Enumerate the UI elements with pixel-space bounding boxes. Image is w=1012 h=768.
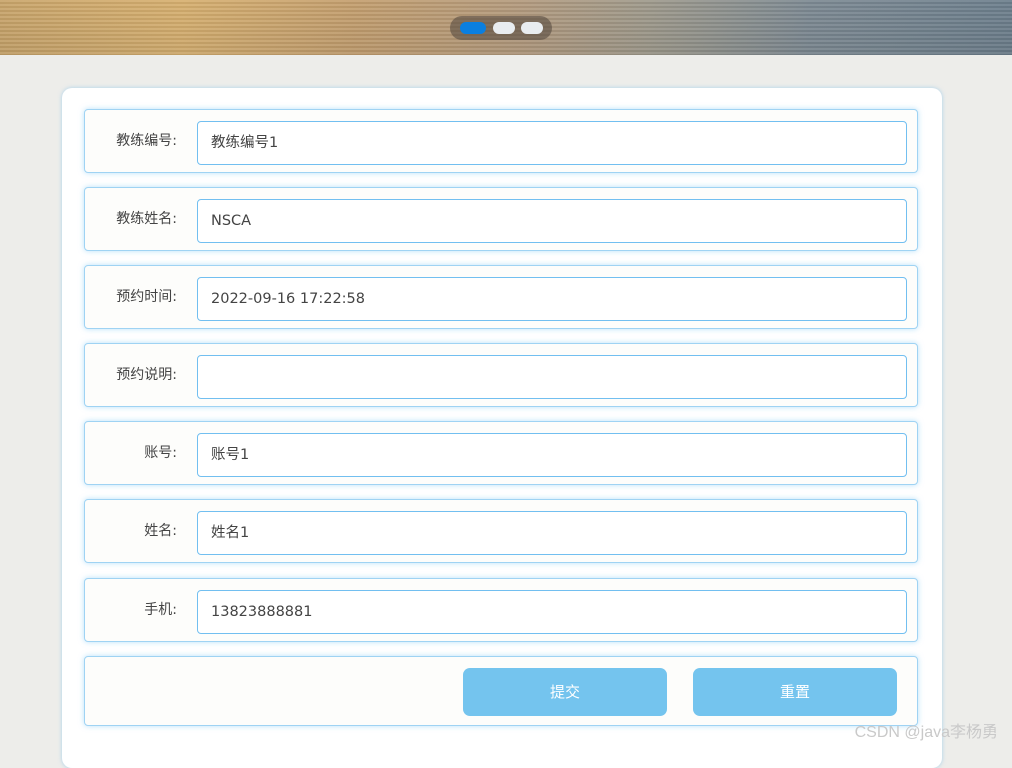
phone-input[interactable]: 13823888881 — [197, 590, 907, 634]
appointment-time-label: 预约时间: — [116, 289, 177, 305]
name-label: 姓名: — [144, 523, 177, 539]
carousel-indicators — [450, 16, 552, 40]
watermark: CSDN @java李杨勇 — [854, 724, 998, 741]
appointment-time-input[interactable]: 2022-09-16 17:22:58 — [197, 277, 907, 321]
account-input[interactable]: 账号1 — [197, 433, 907, 477]
form-row-appointment-time: 预约时间: 2022-09-16 17:22:58 — [84, 265, 918, 329]
carousel-dot-1[interactable] — [460, 22, 486, 34]
appointment-note-label: 预约说明: — [116, 367, 177, 383]
form-row-coach-id: 教练编号: 教练编号1 — [84, 109, 918, 173]
form-row-account: 账号: 账号1 — [84, 421, 918, 485]
carousel-dot-2[interactable] — [493, 22, 515, 34]
form-row-name: 姓名: 姓名1 — [84, 499, 918, 563]
submit-button[interactable]: 提交 — [463, 668, 667, 716]
coach-name-label: 教练姓名: — [116, 211, 177, 227]
form-row-appointment-note: 预约说明: — [84, 343, 918, 407]
coach-id-label: 教练编号: — [116, 133, 177, 149]
account-label: 账号: — [144, 445, 177, 461]
reset-button[interactable]: 重置 — [693, 668, 897, 716]
coach-name-input[interactable]: NSCA — [197, 199, 907, 243]
form-row-phone: 手机: 13823888881 — [84, 578, 918, 642]
form-row-coach-name: 教练姓名: NSCA — [84, 187, 918, 251]
form-actions: 提交 重置 — [84, 656, 918, 726]
coach-id-input[interactable]: 教练编号1 — [197, 121, 907, 165]
appointment-note-input[interactable] — [197, 355, 907, 399]
phone-label: 手机: — [144, 602, 177, 618]
name-input[interactable]: 姓名1 — [197, 511, 907, 555]
carousel-dot-3[interactable] — [521, 22, 543, 34]
